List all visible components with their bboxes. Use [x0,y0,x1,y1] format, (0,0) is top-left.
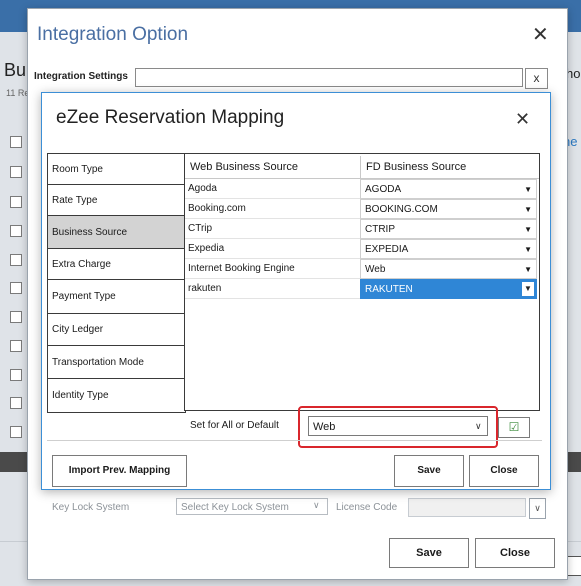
close-button[interactable]: Close [469,455,539,487]
integration-settings-label: Integration Settings [34,71,128,82]
integration-settings-field[interactable] [135,68,523,87]
key-lock-label: Key Lock System [52,502,130,513]
close-button[interactable]: Close [475,538,555,568]
web-source-cell: rakuten [185,279,360,299]
category-rate-type[interactable]: Rate Type [48,185,185,216]
fd-source-select[interactable]: AGODA ▼ [360,179,537,199]
fd-source-select[interactable]: BOOKING.COM ▼ [360,199,537,219]
background-checkbox[interactable] [10,225,22,237]
category-room-type[interactable]: Room Type [48,154,185,185]
chevron-down-icon[interactable]: ∨ [529,498,546,519]
license-code-field[interactable] [408,498,526,517]
web-source-cell: Booking.com [185,199,360,219]
background-page-title: Bu [4,60,27,80]
background-right-text: ho [566,66,581,81]
web-source-cell: CTrip [185,219,360,239]
integration-option-title: Integration Option [37,24,189,45]
column-header-web-source: Web Business Source [190,161,299,173]
background-checkbox[interactable] [10,282,22,294]
category-extra-charge[interactable]: Extra Charge [48,249,185,280]
import-mapping-button[interactable]: Import Prev. Mapping [52,455,187,487]
background-checkbox[interactable] [10,369,22,381]
fd-source-value: AGODA [365,184,402,195]
web-source-cell: Expedia [185,239,360,259]
column-header-fd-source: FD Business Source [360,156,538,178]
fd-source-value: EXPEDIA [365,244,409,255]
dialog-divider [47,440,542,441]
chevron-down-icon: ∨ [313,500,320,510]
background-checkbox[interactable] [10,426,22,438]
category-transportation-mode[interactable]: Transportation Mode [48,346,185,379]
fd-source-select[interactable]: CTRIP ▼ [360,219,537,239]
category-city-ledger[interactable]: City Ledger [48,314,185,346]
background-checkbox[interactable] [10,311,22,323]
chevron-down-icon: ▼ [524,265,532,274]
fd-source-select[interactable]: RAKUTEN ▼ [360,279,537,299]
save-button[interactable]: Save [394,455,464,487]
chevron-down-icon: ▼ [524,245,532,254]
chevron-down-icon: ▼ [524,205,532,214]
fd-source-value: RAKUTEN [365,284,413,295]
web-source-cell: Internet Booking Engine [185,259,360,279]
default-source-label: Set for All or Default [190,420,279,431]
background-footer-button[interactable] [567,556,581,576]
category-identity-type[interactable]: Identity Type [48,379,185,412]
chevron-down-icon: ▼ [522,282,534,296]
reservation-mapping-title: eZee Reservation Mapping [56,107,285,128]
chevron-down-icon: ∨ [475,421,482,431]
fd-source-select[interactable]: EXPEDIA ▼ [360,239,537,259]
background-checkbox[interactable] [10,196,22,208]
background-checkbox[interactable] [10,136,22,148]
checklist-icon: ☑ [508,420,520,434]
chevron-down-icon: ▼ [524,185,532,194]
clear-settings-button[interactable]: x [525,68,548,89]
chevron-down-icon: ▼ [524,225,532,234]
category-business-source[interactable]: Business Source [48,216,185,249]
apply-all-button[interactable]: ☑ [498,417,530,438]
background-record-count: 11 Re [6,88,30,98]
background-selected-row [0,452,28,472]
close-icon[interactable]: ✕ [532,22,549,47]
background-checkbox[interactable] [10,254,22,266]
category-list: Room Type Rate Type Business Source Extr… [47,153,186,413]
license-code-label: License Code [336,502,398,513]
background-checkbox[interactable] [10,166,22,178]
default-source-select[interactable]: Web [308,416,488,436]
category-payment-type[interactable]: Payment Type [48,280,185,314]
background-checkbox[interactable] [10,397,22,409]
background-checkbox[interactable] [10,340,22,352]
fd-source-value: CTRIP [365,224,395,235]
fd-source-value: Web [365,264,386,275]
close-icon[interactable]: ✕ [515,109,530,130]
key-lock-select[interactable]: Select Key Lock System [176,498,328,515]
web-source-cell: Agoda [185,179,360,199]
fd-source-select[interactable]: Web ▼ [360,259,537,279]
save-button[interactable]: Save [389,538,469,568]
fd-source-value: BOOKING.COM [365,204,438,215]
